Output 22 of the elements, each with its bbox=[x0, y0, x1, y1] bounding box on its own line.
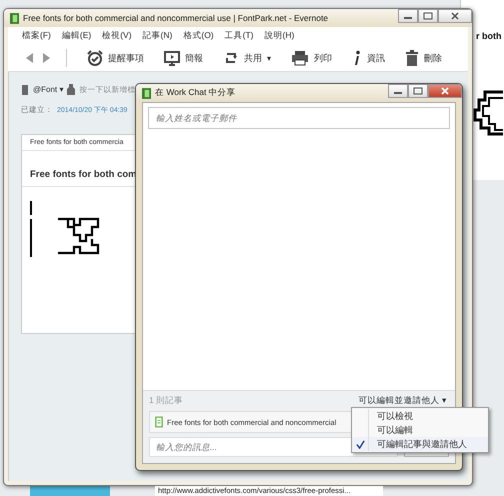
toolbar-button[interactable]: 刪除 bbox=[405, 50, 442, 66]
notebook-selector[interactable]: @Font ▾ bbox=[33, 85, 64, 94]
menu-option[interactable]: 可以檢視 bbox=[352, 409, 488, 423]
toolbar-button[interactable]: 資訊 bbox=[352, 50, 385, 66]
toolbar-button[interactable]: 簡報 bbox=[164, 50, 203, 66]
note-count: 1 則記事 bbox=[149, 395, 184, 407]
toolbar-button[interactable]: 共用 ▾ bbox=[223, 50, 271, 66]
menu-item[interactable]: 檢視(V) bbox=[102, 30, 132, 42]
menu-item[interactable]: 記事(N) bbox=[142, 30, 172, 42]
toolbar-button[interactable]: 列印 bbox=[291, 50, 332, 66]
heading-text: r both bbox=[476, 31, 502, 41]
menu-item[interactable]: 編輯(E) bbox=[62, 30, 92, 42]
toolbar-button[interactable]: 提醒事項 bbox=[87, 50, 144, 66]
permission-dropdown[interactable]: 可以編輯並邀請他人 ▾ bbox=[358, 395, 449, 407]
menu-option[interactable]: 可編輯記事與邀請他人 bbox=[352, 437, 488, 451]
window-title: Free fonts for both commercial and noncommercial use | FontPark.net - Evernote bbox=[23, 13, 328, 23]
menu-item[interactable]: 說明(H) bbox=[264, 30, 294, 42]
recipient-field[interactable]: 輸入姓名或電子郵件 bbox=[148, 107, 450, 129]
menu-item[interactable]: 檔案(F) bbox=[22, 30, 51, 42]
menu-item[interactable]: 格式(O) bbox=[183, 30, 214, 42]
menu-item[interactable]: 工具(T) bbox=[224, 30, 254, 42]
dialog-title: 在 Work Chat 中分享 bbox=[155, 87, 236, 99]
